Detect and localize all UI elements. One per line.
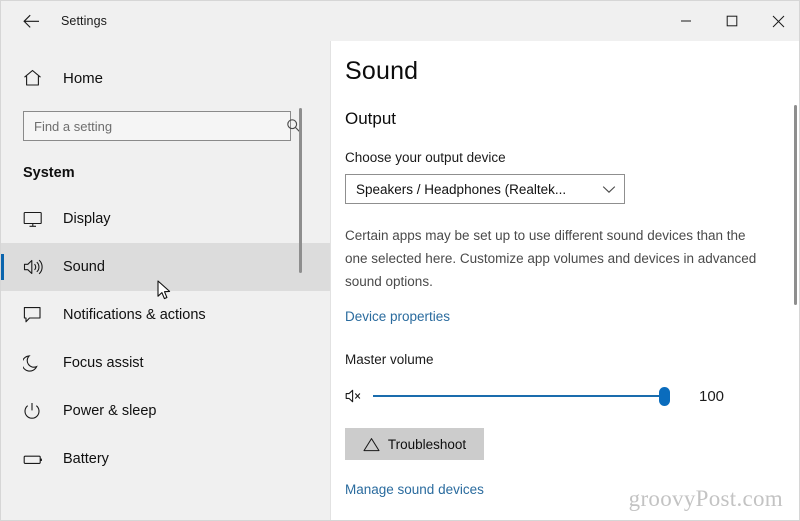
sidebar-item-label: Sound — [63, 259, 105, 275]
watermark: groovyPost.com — [628, 486, 783, 511]
sidebar-nav-list: Display Sound Notifications & actions Fo… — [1, 195, 331, 483]
title-bar: Settings — [1, 1, 799, 41]
back-button[interactable] — [9, 5, 53, 37]
power-icon — [23, 402, 57, 420]
sidebar-item-focus-assist[interactable]: Focus assist — [1, 339, 331, 387]
master-volume-label: Master volume — [345, 352, 434, 367]
output-device-value: Speakers / Headphones (Realtek... — [356, 181, 567, 197]
maximize-button[interactable] — [709, 1, 755, 41]
sidebar-scrollbar[interactable] — [299, 108, 302, 273]
sidebar-item-home[interactable]: Home — [1, 59, 331, 97]
search-input[interactable] — [23, 111, 291, 141]
warning-triangle-icon — [363, 437, 380, 452]
sidebar-item-label: Notifications & actions — [63, 307, 206, 323]
sidebar-item-display[interactable]: Display — [1, 195, 331, 243]
sidebar-item-label: Focus assist — [63, 355, 144, 371]
monitor-icon — [23, 211, 57, 228]
slider-thumb[interactable] — [659, 387, 670, 406]
search-box — [23, 111, 309, 141]
sidebar-item-battery[interactable]: Battery — [1, 435, 331, 483]
master-volume-row: 100 — [345, 385, 765, 407]
chat-bubble-icon — [23, 306, 57, 324]
manage-sound-devices-link[interactable]: Manage sound devices — [345, 482, 484, 497]
sidebar-item-power-sleep[interactable]: Power & sleep — [1, 387, 331, 435]
output-device-dropdown-wrap: Speakers / Headphones (Realtek... — [345, 174, 625, 204]
moon-icon — [23, 354, 57, 372]
back-arrow-icon — [22, 14, 40, 29]
speaker-icon — [23, 258, 57, 276]
sidebar-item-label: Power & sleep — [63, 403, 157, 419]
troubleshoot-label: Troubleshoot — [387, 436, 467, 452]
sidebar-item-label: Display — [63, 211, 111, 227]
section-heading-output: Output — [345, 109, 397, 128]
settings-window: Settings Home Find a setting System Disp… — [0, 0, 800, 521]
master-volume-slider[interactable] — [373, 385, 673, 407]
main-content: Sound Output Choose your output device S… — [331, 41, 799, 520]
sidebar-home-label: Home — [63, 69, 104, 87]
output-device-label: Choose your output device — [345, 150, 506, 165]
window-controls — [663, 1, 799, 41]
home-icon — [23, 69, 57, 87]
sidebar-item-sound[interactable]: Sound — [1, 243, 331, 291]
sidebar: Home System Displ — [1, 41, 331, 520]
output-description: Certain apps may be set up to use differ… — [345, 228, 757, 289]
sidebar-item-label: Battery — [63, 451, 109, 467]
page-title: Sound — [345, 57, 419, 85]
window-title: Settings — [61, 14, 107, 28]
minimize-button[interactable] — [663, 1, 709, 41]
chevron-down-icon — [598, 185, 616, 194]
sidebar-item-notifications[interactable]: Notifications & actions — [1, 291, 331, 339]
output-device-dropdown[interactable]: Speakers / Headphones (Realtek... — [345, 174, 625, 204]
master-volume-value: 100 — [699, 387, 725, 405]
slider-track — [373, 395, 666, 397]
speaker-mute-icon[interactable] — [345, 388, 369, 404]
troubleshoot-button[interactable]: Troubleshoot — [345, 428, 484, 460]
sidebar-section-title: System — [23, 165, 75, 181]
device-properties-link[interactable]: Device properties — [345, 309, 450, 324]
content-scrollbar[interactable] — [794, 105, 797, 305]
close-button[interactable] — [755, 1, 799, 41]
battery-icon — [23, 453, 57, 466]
